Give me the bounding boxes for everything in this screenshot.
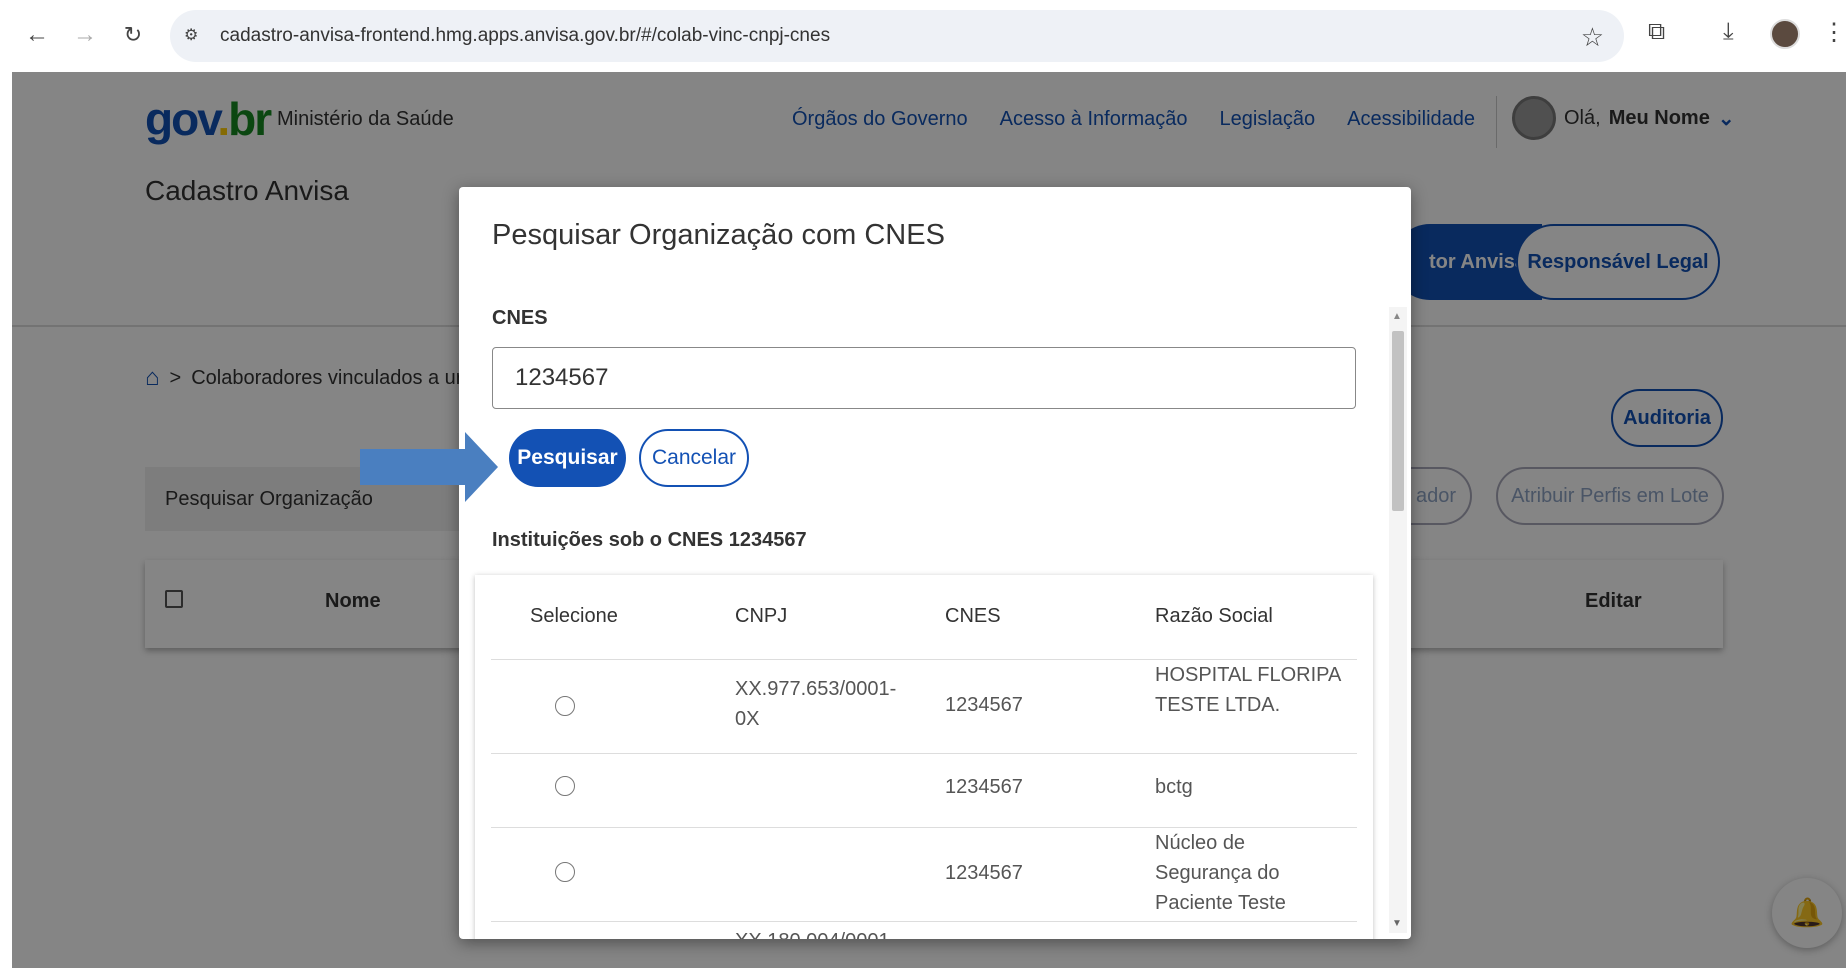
bookmark-star-icon[interactable]: ☆	[1581, 22, 1604, 53]
table-row: XX.180.004/0001-	[491, 921, 1357, 939]
forward-icon[interactable]: →	[70, 20, 100, 50]
table-row: 1234567 Núcleo de Segurança do Paciente …	[491, 827, 1357, 921]
scroll-thumb[interactable]	[1392, 331, 1404, 511]
dialog-title: Pesquisar Organização com CNES	[492, 219, 945, 251]
extensions-icon[interactable]: ⧉	[1648, 18, 1665, 46]
cell-razao-social: bctg	[1155, 776, 1193, 798]
column-razao-social: Razão Social	[1155, 605, 1273, 627]
row-radio[interactable]	[555, 696, 575, 716]
url-text: cadastro-anvisa-frontend.hmg.apps.anvisa…	[220, 25, 831, 46]
cnes-label: CNES	[492, 307, 548, 329]
row-radio[interactable]	[555, 862, 575, 882]
cell-razao-social: Núcleo de Segurança do Paciente Teste	[1155, 832, 1286, 914]
pesquisar-button[interactable]: Pesquisar	[509, 429, 626, 487]
results-label: Instituições sob o CNES 1234567	[492, 529, 807, 551]
cnes-input[interactable]	[492, 347, 1356, 409]
cell-cnes: 1234567	[945, 694, 1023, 716]
reload-icon[interactable]: ↻	[118, 20, 148, 50]
menu-kebab-icon[interactable]: ⋮	[1822, 18, 1846, 47]
cancelar-button[interactable]: Cancelar	[639, 429, 749, 487]
column-selecione: Selecione	[530, 605, 618, 627]
column-cnes: CNES	[945, 605, 1001, 627]
annotation-arrow-icon	[360, 432, 498, 502]
cell-cnes: 1234567	[945, 862, 1023, 884]
cell-cnpj: XX.180.004/0001-	[735, 926, 905, 939]
results-table: Selecione CNPJ CNES Razão Social XX.977.…	[475, 575, 1373, 939]
back-icon[interactable]: ←	[22, 20, 52, 50]
column-cnpj: CNPJ	[735, 605, 788, 627]
cell-cnpj: XX.977.653/0001-0X	[735, 678, 897, 730]
address-bar[interactable]: ⚙ cadastro-anvisa-frontend.hmg.apps.anvi…	[170, 10, 1624, 62]
download-icon[interactable]: ⤓	[1723, 18, 1734, 46]
cell-razao-social: HOSPITAL FLORIPA TESTE LTDA.	[1155, 664, 1341, 716]
table-row: 1234567 bctg	[491, 753, 1357, 827]
profile-avatar[interactable]	[1770, 19, 1800, 49]
cnes-search-dialog: Pesquisar Organização com CNES CNES Pesq…	[459, 187, 1411, 939]
row-radio[interactable]	[555, 776, 575, 796]
dialog-scrollbar[interactable]: ▲ ▼	[1389, 307, 1407, 933]
table-row: XX.977.653/0001-0X 1234567 HOSPITAL FLOR…	[491, 659, 1357, 753]
scroll-down-icon[interactable]: ▼	[1392, 918, 1402, 929]
cell-cnes: 1234567	[945, 776, 1023, 798]
scroll-up-icon[interactable]: ▲	[1392, 311, 1402, 322]
site-info-icon[interactable]: ⚙	[184, 25, 206, 47]
browser-toolbar: ← → ↻ ⚙ cadastro-anvisa-frontend.hmg.app…	[0, 0, 1846, 72]
